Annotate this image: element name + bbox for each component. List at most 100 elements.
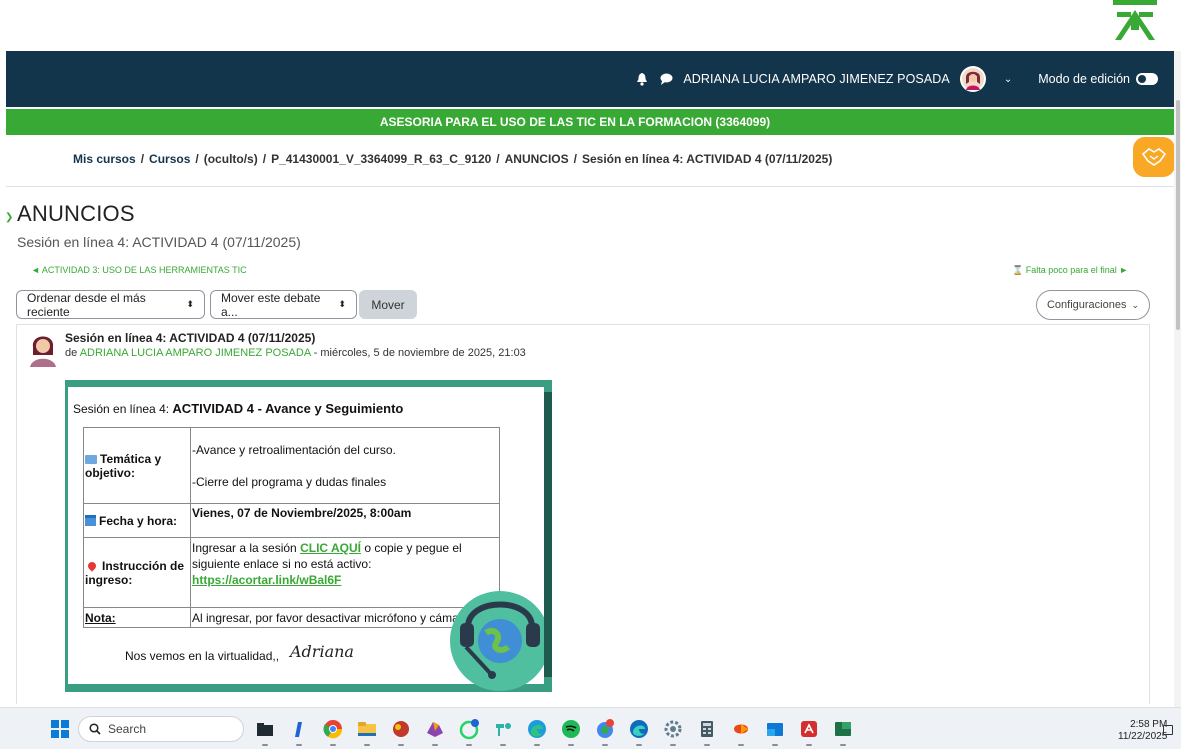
chevron-down-icon: ⌄ [1131,299,1140,310]
post-date: - miércoles, 5 de noviembre de 2025, 21:… [313,347,526,359]
user-avatar[interactable] [959,66,986,92]
drawer-toggle-icon[interactable]: ❯ [5,212,13,223]
announcement-flyer: Sesión en línea 4: ACTIVIDAD 4 - Avance … [65,380,552,692]
edge-dev-icon[interactable] [627,717,651,746]
calculator-icon[interactable] [695,717,719,746]
tematica-line-1: -Avance y retroalimentación del curso. [192,442,396,457]
prev-activity-link[interactable]: ◄ ACTIVIDAD 3: USO DE LAS HERRAMIENTAS T… [31,265,247,275]
file-explorer-icon[interactable] [253,717,277,746]
instruccion-label-cell: Instrucción de ingreso: [83,537,191,608]
table-row: Nota: Al ingresar, por favor desactivar … [83,607,500,628]
clock-date: 11/22/2025 [1118,731,1168,742]
clic-aqui-link[interactable]: CLIC AQUÍ [300,541,361,555]
flyer-closing: Nos vemos en la virtualidad,, [125,649,280,663]
globe-headset-illustration [450,591,550,691]
edge-icon[interactable] [287,717,311,746]
breadcrumb-cursos[interactable]: Cursos [149,152,190,166]
byline-prefix: de [65,347,78,359]
spotify-icon[interactable] [559,717,583,746]
settings-button[interactable]: Configuraciones ⌄ [1036,290,1150,320]
breadcrumb-separator: / [262,152,267,166]
move-discussion-select[interactable]: Mover este debate a... ⬍ [210,290,357,319]
settings-icon[interactable] [661,717,685,746]
breadcrumb-mis-cursos[interactable]: Mis cursos [73,152,136,166]
search-placeholder: Search [108,722,147,736]
clock-time: 2:58 PM [1130,719,1168,730]
sena-logo [1113,0,1157,40]
flyer-edge [544,392,552,677]
sort-select-label: Ordenar desde el más reciente [27,290,146,319]
taskbar-search[interactable]: Search [78,716,244,742]
settings-button-label: Configuraciones [1046,299,1127,311]
author-avatar[interactable] [27,331,59,367]
session-info-table: Temática y objetivo: -Avance y retroalim… [83,427,500,628]
breadcrumb-separator: / [195,152,199,166]
excel-icon[interactable] [831,717,855,746]
breadcrumb-hidden: (oculto/s) [203,152,258,166]
flyer-heading-main: ACTIVIDAD 4 - Avance y Seguimiento [172,401,404,416]
next-activity-link[interactable]: ⌛ Falta poco para el final ► [1012,265,1128,276]
game-icon[interactable] [389,717,413,746]
author-link[interactable]: ADRIANA LUCIA AMPARO JIMENEZ POSADA [80,347,311,359]
chrome-profile-icon[interactable] [593,717,617,746]
search-icon [89,723,101,735]
calendar-icon [85,514,96,526]
help-handshake-button[interactable] [1133,137,1175,177]
user-name[interactable]: ADRIANA LUCIA AMPARO JIMENEZ POSADA [683,72,950,86]
move-select-label: Mover este debate a... [221,290,321,319]
toggle-icon[interactable] [1136,73,1158,85]
nota-label: Nota: [85,610,116,625]
table-row: Fecha y hora: Vienes, 07 de Noviembre/20… [83,503,500,538]
book-icon [85,454,97,464]
tematica-label-cell: Temática y objetivo: [83,427,191,504]
teams-icon[interactable] [491,717,515,746]
page: ADRIANA LUCIA AMPARO JIMENEZ POSADA ⌄ Mo… [0,0,1181,749]
page-subtitle: Sesión en línea 4: ACTIVIDAD 4 (07/11/20… [17,234,301,250]
top-navbar: ADRIANA LUCIA AMPARO JIMENEZ POSADA ⌄ Mo… [6,51,1174,107]
copilot-icon[interactable] [423,717,447,746]
whatsapp-icon[interactable] [457,717,481,746]
edit-mode-label: Modo de edición [1038,72,1130,86]
course-title-bar: ASESORIA PARA EL USO DE LAS TIC EN LA FO… [6,109,1174,135]
scrollbar-thumb[interactable] [1176,100,1180,330]
hourglass-icon: ⌛ [1012,265,1024,275]
chevron-down-icon[interactable]: ⌄ [1004,74,1012,85]
breadcrumb-current: Sesión en línea 4: ACTIVIDAD 4 (07/11/20… [582,152,833,166]
instruccion-text-1: Ingresar a la sesión [192,541,297,555]
signature: Adriana [290,642,354,661]
office-icon[interactable] [729,717,753,746]
top-strip [0,0,1181,51]
breadcrumb-anuncios[interactable]: ANUNCIOS [505,152,569,166]
outlook-icon[interactable] [763,717,787,746]
windows-start-icon[interactable] [51,720,69,738]
post-byline: de ADRIANA LUCIA AMPARO JIMENEZ POSADA -… [65,347,526,359]
post-title: Sesión en línea 4: ACTIVIDAD 4 (07/11/20… [65,331,316,345]
table-row: Instrucción de ingreso: Ingresar a la se… [83,537,500,608]
edge-profile-icon[interactable] [525,717,549,746]
system-clock[interactable]: 2:58 PM 11/22/2025 [1118,719,1167,743]
flyer-heading-prefix: Sesión en línea 4: [73,402,170,416]
page-title: ANUNCIOS [17,201,135,226]
breadcrumb-separator: / [140,152,145,166]
breadcrumb-course[interactable]: P_41430001_V_3364099_R_63_C_9120 [271,152,491,166]
chrome-icon[interactable] [321,717,345,746]
fecha-value: Vienes, 07 de Noviembre/2025, 8:00am [190,503,500,538]
folder-icon[interactable] [355,717,379,746]
handshake-icon [1141,148,1167,166]
flyer-heading: Sesión en línea 4: ACTIVIDAD 4 - Avance … [73,401,403,416]
header-divider [6,186,1174,187]
breadcrumb-separator: / [496,152,500,166]
sort-select[interactable]: Ordenar desde el más reciente ⬍ [16,290,205,319]
select-arrows-icon: ⬍ [186,299,194,309]
notification-icon[interactable] [1163,725,1173,735]
fecha-label: Fecha y hora: [99,513,178,528]
select-arrows-icon: ⬍ [338,299,346,309]
session-url-link[interactable]: https://acortar.link/wBal6F [192,573,341,587]
edit-mode-switch[interactable]: Modo de edición [1038,72,1158,86]
tematica-value-cell: -Avance y retroalimentación del curso. -… [190,427,500,504]
acrobat-icon[interactable] [797,717,821,746]
table-row: Temática y objetivo: -Avance y retroalim… [83,427,500,504]
bell-icon[interactable] [635,72,649,86]
move-button[interactable]: Mover [359,290,417,319]
message-icon[interactable] [659,72,673,86]
